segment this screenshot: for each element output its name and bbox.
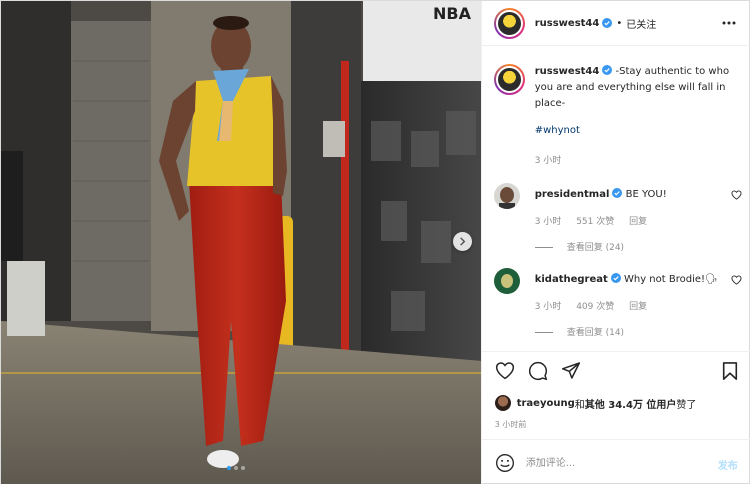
view-replies-label: 查看回复 (14) <box>566 328 625 338</box>
likes-summary: traeyoung 和 其他 34.4万 位用户 赞了 <box>494 395 697 411</box>
comment-like-heart-icon[interactable] <box>731 275 742 285</box>
liker-avatar[interactable] <box>494 395 511 411</box>
comment-input[interactable] <box>525 453 696 473</box>
post-side-panel: russwest44 • 已关注 russwest44 -Stay authen… <box>480 1 750 484</box>
view-replies-label: 查看回复 (24) <box>566 243 625 253</box>
view-replies-button[interactable]: 查看回复 (24) <box>534 240 625 253</box>
comments-list[interactable]: russwest44 -Stay authentic to who you ar… <box>482 46 750 351</box>
bookmark-icon[interactable] <box>721 361 739 381</box>
post-header: russwest44 • 已关注 <box>481 1 750 46</box>
add-comment-bar: 发布 <box>481 439 750 484</box>
view-replies-button[interactable]: 查看回复 (14) <box>534 325 625 338</box>
likes-suffix: 赞了 <box>676 399 697 411</box>
carousel-dot <box>241 466 245 470</box>
comment-text: Why not Brodie!🗣 <box>620 274 718 285</box>
comment-likes[interactable]: 551 次赞 <box>576 217 614 227</box>
carousel-dot <box>234 466 238 470</box>
nba-sign: NBA <box>433 4 472 23</box>
comment-text: BE YOU! <box>622 189 667 200</box>
header-separator: • <box>616 17 623 29</box>
comment-like-heart-icon[interactable] <box>731 190 742 200</box>
next-photo-button[interactable] <box>453 232 472 251</box>
chevron-right-icon <box>460 237 466 246</box>
more-horizontal-icon[interactable] <box>721 16 737 30</box>
comment-time[interactable]: 3 小时 <box>535 302 562 312</box>
post-photo[interactable]: NBA <box>1 1 481 484</box>
replies-divider <box>534 332 553 333</box>
liker-username[interactable]: traeyoung <box>517 398 575 409</box>
comment-username[interactable]: kidathegreat <box>535 274 608 285</box>
comment-time[interactable]: 3 小时 <box>535 217 562 227</box>
comment-icon[interactable] <box>528 361 548 381</box>
commenter-avatar[interactable] <box>493 268 520 294</box>
author-avatar[interactable] <box>493 7 525 39</box>
author-username[interactable]: russwest44 <box>535 18 600 29</box>
post-caption: russwest44 -Stay authentic to who you ar… <box>493 64 740 112</box>
commenter-avatar[interactable] <box>493 183 520 209</box>
instagram-post: NBA russwest44 • 已关注 russwest44 -Stay au… <box>0 0 750 484</box>
post-comment-button[interactable]: 发布 <box>718 457 738 472</box>
replies-divider <box>534 247 553 248</box>
caption-hashtag[interactable]: #whynot <box>535 125 580 136</box>
verified-badge-icon <box>602 18 613 28</box>
caption-avatar[interactable] <box>493 64 525 95</box>
verified-badge-icon <box>612 188 623 198</box>
emoji-icon[interactable] <box>495 453 515 473</box>
photo-image: NBA <box>1 1 481 484</box>
post-timestamp[interactable]: 3 小时前 <box>495 419 527 430</box>
carousel-indicator <box>227 466 245 470</box>
verified-badge-icon <box>602 65 613 75</box>
likes-and: 和 <box>574 399 585 411</box>
share-icon[interactable] <box>561 361 581 380</box>
comment-likes[interactable]: 409 次赞 <box>576 302 614 312</box>
comment-username[interactable]: presidentmal <box>535 189 610 200</box>
likes-others[interactable]: 其他 34.4万 位用户 <box>585 396 677 411</box>
reply-button[interactable]: 回复 <box>629 302 647 312</box>
verified-badge-icon <box>610 273 621 283</box>
heart-icon[interactable] <box>495 361 515 380</box>
reply-button[interactable]: 回复 <box>629 217 647 227</box>
carousel-dot <box>227 466 231 470</box>
post-actions: traeyoung 和 其他 34.4万 位用户 赞了 3 小时前 <box>481 351 750 436</box>
follow-status[interactable]: 已关注 <box>626 16 656 31</box>
caption-time: 3 小时 <box>534 156 562 166</box>
caption-username[interactable]: russwest44 <box>535 66 600 77</box>
